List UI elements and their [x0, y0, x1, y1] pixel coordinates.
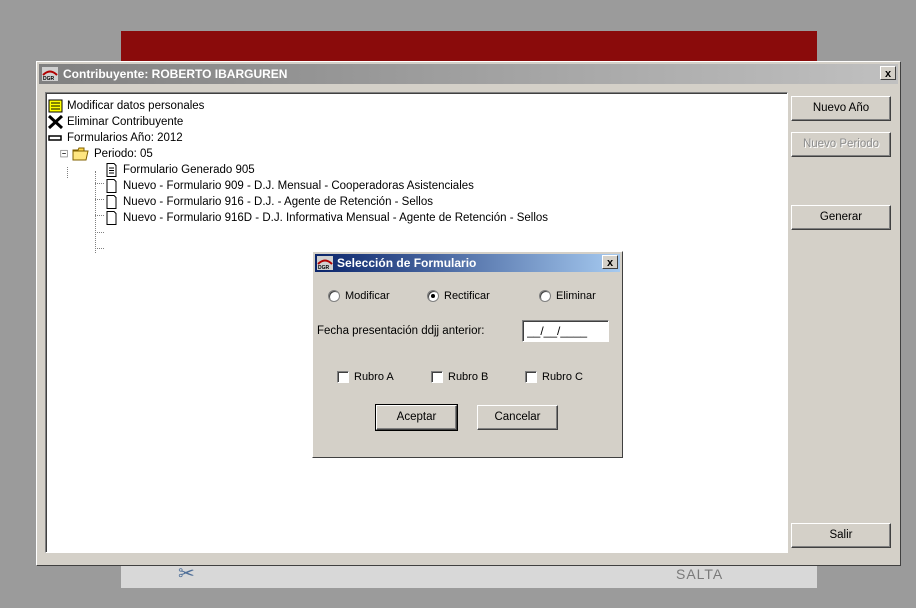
tree-connector-line [95, 183, 104, 184]
generar-button[interactable]: Generar [791, 205, 891, 230]
svg-text:DGR: DGR [43, 76, 55, 81]
dialog-close-button[interactable]: x [602, 255, 618, 269]
tree-connector-line [95, 199, 104, 200]
tree-connector-line [95, 232, 104, 233]
tree-item-label: Nuevo - Formulario 909 - D.J. Mensual - … [123, 180, 474, 192]
notes-icon [48, 99, 63, 113]
radio-label: Modificar [345, 290, 390, 302]
collapse-toggle-icon[interactable] [60, 147, 71, 161]
background-footer-text: SALTA [676, 566, 724, 582]
close-icon: x [884, 68, 892, 80]
checkbox-box [525, 371, 537, 383]
nuevo-anio-button[interactable]: Nuevo Año [791, 96, 891, 121]
seleccion-formulario-dialog: DGR Selección de Formulario x Modificar … [312, 251, 623, 458]
radio-label: Rectificar [444, 290, 490, 302]
radio-indicator [539, 290, 551, 302]
background-banner-top [121, 31, 817, 61]
svg-text:DGR: DGR [318, 265, 330, 270]
dialog-titlebar[interactable]: DGR Selección de Formulario x [315, 254, 620, 272]
x-delete-icon [48, 115, 63, 129]
close-icon: x [606, 257, 614, 269]
tree-item-label: Nuevo - Formulario 916D - D.J. Informati… [123, 212, 549, 224]
tree-item-label: Eliminar Contribuyente [67, 116, 184, 128]
tree-connector-line [95, 215, 104, 216]
app-logo-icon: DGR [42, 67, 58, 81]
aceptar-button[interactable]: Aceptar [375, 404, 458, 431]
folder-open-icon [72, 147, 89, 161]
nuevo-periodo-button[interactable]: Nuevo Periodo [791, 132, 891, 157]
minus-icon [48, 135, 62, 141]
fecha-presentacion-label: Fecha presentación ddjj anterior: [317, 325, 485, 337]
tree-item-label: Formulario Generado 905 [123, 164, 255, 176]
radio-indicator [328, 290, 340, 302]
tree-item-label: Formularios Año: 2012 [67, 132, 183, 144]
window-title: Contribuyente: ROBERTO IBARGUREN [63, 67, 288, 81]
cancelar-button[interactable]: Cancelar [477, 405, 558, 430]
document-blank-icon [106, 195, 117, 209]
document-lines-icon [106, 163, 117, 177]
tree-item-label: Periodo: 05 [94, 148, 153, 160]
tree-connector-line [67, 167, 68, 178]
salir-button[interactable]: Salir [791, 523, 891, 548]
dialog-title: Selección de Formulario [337, 256, 477, 270]
tree-item-label: Modificar datos personales [67, 100, 205, 112]
radio-label: Eliminar [556, 290, 596, 302]
radio-indicator [427, 290, 439, 302]
checkbox-label: Rubro B [448, 371, 489, 383]
window-close-button[interactable]: x [880, 66, 896, 80]
checkbox-label: Rubro C [542, 371, 583, 383]
document-blank-icon [106, 179, 117, 193]
document-blank-icon [106, 211, 117, 225]
fecha-presentacion-input[interactable] [522, 320, 609, 342]
tree-item-label: Nuevo - Formulario 916 - D.J. - Agente d… [123, 196, 434, 208]
window-titlebar[interactable]: DGR Contribuyente: ROBERTO IBARGUREN x [39, 64, 898, 84]
app-logo-icon: DGR [317, 256, 333, 270]
tree-connector-line [95, 248, 104, 249]
checkbox-label: Rubro A [354, 371, 394, 383]
checkbox-box [431, 371, 443, 383]
checkbox-box [337, 371, 349, 383]
